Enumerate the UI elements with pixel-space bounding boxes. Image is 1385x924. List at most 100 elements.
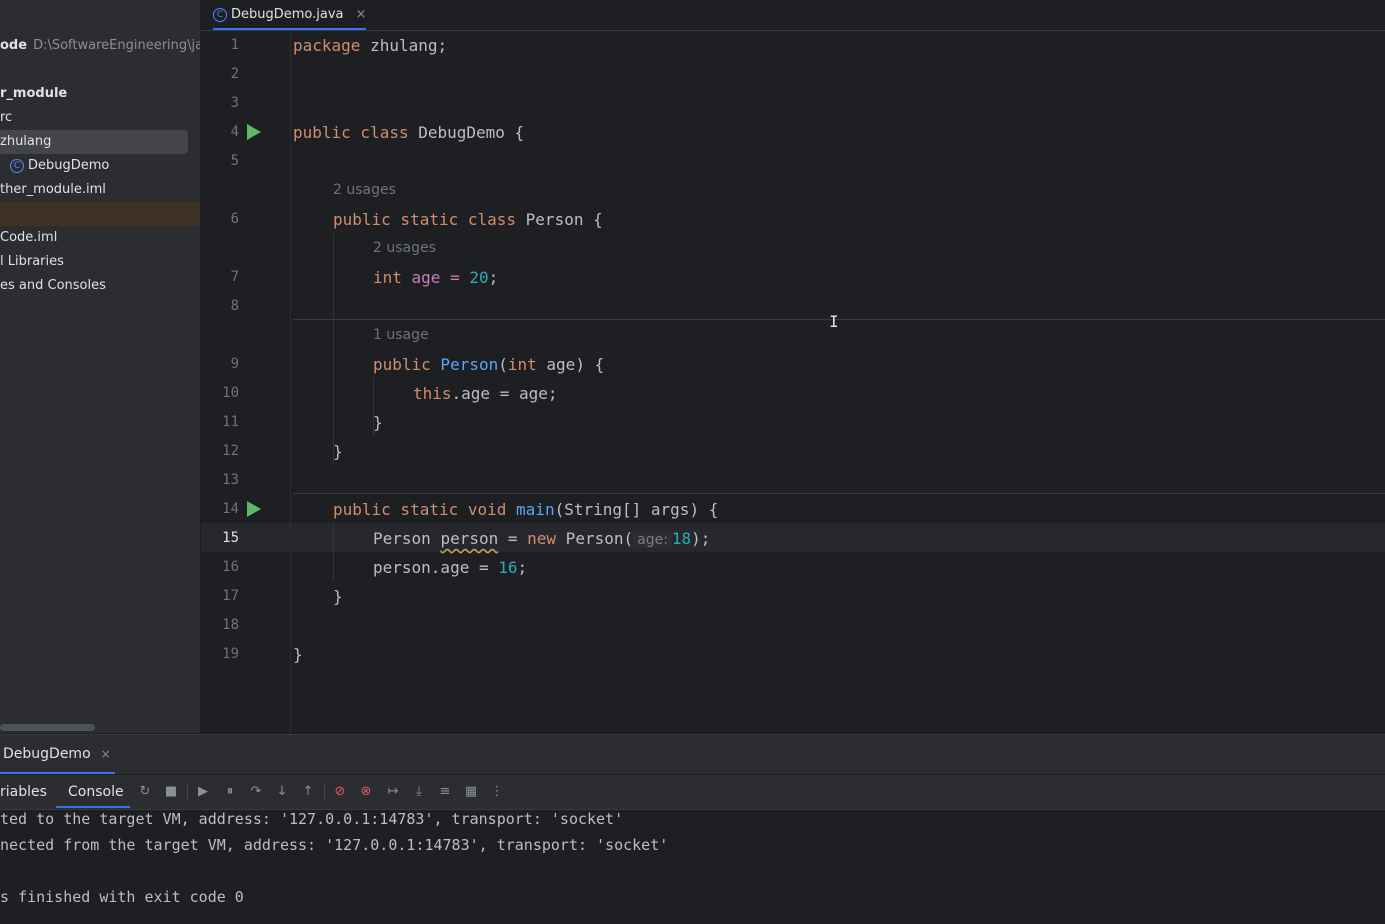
tab-active-indicator xyxy=(0,772,115,774)
parameter-hint: age: xyxy=(633,532,672,548)
code-line-6: public static class Person { xyxy=(333,210,603,229)
tree-item-label: l Libraries xyxy=(0,254,64,269)
debug-tab-label: DebugDemo xyxy=(3,746,91,762)
code-line-12: } xyxy=(333,442,343,461)
class-icon: C xyxy=(213,7,227,22)
method-separator xyxy=(293,319,1385,320)
tab-variables[interactable]: riables xyxy=(0,775,47,809)
console-output[interactable]: ted to the target VM, address: '127.0.0.… xyxy=(0,806,1385,924)
line-number: 3 xyxy=(230,95,239,111)
toolbar-separator xyxy=(324,783,325,801)
pause-icon[interactable]: ⏸ xyxy=(222,784,238,800)
step-over-icon[interactable]: ↷ xyxy=(248,784,264,800)
line-number-current: 15 xyxy=(222,530,239,546)
tree-item-root-label: ode xyxy=(0,38,28,53)
line-number: 18 xyxy=(222,617,239,633)
tree-item-src[interactable]: rc xyxy=(0,106,12,130)
tree-item-label: rc xyxy=(0,110,13,125)
more-options-icon[interactable]: ⋮ xyxy=(489,784,505,800)
code-line-4: public class DebugDemo { xyxy=(293,123,525,142)
line-number: 16 xyxy=(222,559,239,575)
run-icon[interactable] xyxy=(247,501,261,517)
tab-active-indicator xyxy=(213,28,367,30)
line-number: 12 xyxy=(222,443,239,459)
code-line-14: public static void main(String[] args) { xyxy=(333,500,719,519)
stop-icon[interactable]: ■ xyxy=(163,784,179,800)
usages-hint[interactable]: 2 usages xyxy=(333,176,396,205)
line-number: 5 xyxy=(230,153,239,169)
close-icon[interactable]: × xyxy=(101,747,111,761)
debug-toolbar: riables Console ↻ ■ ▶ ⏸ ↷ ↓ ↑ ⊘ ⊗ ↦ ⤓ ≡ … xyxy=(0,775,1385,810)
tree-item-label: zhulang xyxy=(0,134,52,149)
debug-tool-window: DebugDemo × riables Console ↻ ■ ▶ ⏸ ↷ ↓ ↑… xyxy=(0,734,1385,924)
line-number: 17 xyxy=(222,588,239,604)
close-icon[interactable]: × xyxy=(356,7,367,22)
line-number: 2 xyxy=(230,66,239,82)
code-line-17: } xyxy=(333,587,343,606)
tree-item-label: r_module xyxy=(0,86,68,101)
frames-icon[interactable]: ≡ xyxy=(437,784,453,800)
indent-guide xyxy=(333,523,334,581)
editor-tab-label: DebugDemo.java xyxy=(231,7,344,22)
tree-item-scratches[interactable]: es and Consoles xyxy=(0,274,106,298)
tab-console[interactable]: Console xyxy=(68,775,124,809)
console-line: nected from the target VM, address: '127… xyxy=(0,836,669,854)
step-into-icon[interactable]: ↓ xyxy=(274,784,290,800)
code-line-19: } xyxy=(293,645,303,664)
tree-item-iml[interactable]: ther_module.iml xyxy=(0,178,106,202)
tree-item-package-zhulang[interactable]: zhulang xyxy=(0,130,51,154)
run-to-cursor-icon[interactable]: ↦ xyxy=(385,784,401,800)
code-line-9: public Person(int age) { xyxy=(373,355,605,374)
code-line-7: int age = 20; xyxy=(373,268,499,287)
indent-guide xyxy=(333,233,334,465)
editor-tab-debugdemo[interactable]: C DebugDemo.java × xyxy=(213,0,367,30)
method-separator xyxy=(293,493,1385,494)
tree-highlight-row xyxy=(0,202,200,226)
tree-item-label: Code.iml xyxy=(0,230,58,245)
gutter-border xyxy=(290,31,291,733)
line-number: 19 xyxy=(222,646,239,662)
project-tool-window: odeD:\SoftwareEngineering\java r_module … xyxy=(0,0,200,733)
step-out-icon[interactable]: ↑ xyxy=(300,784,316,800)
force-step-icon[interactable]: ⤓ xyxy=(411,784,427,800)
console-line: s finished with exit code 0 xyxy=(0,888,244,906)
editor-tab-bar: C DebugDemo.java × xyxy=(201,0,1385,31)
line-number: 9 xyxy=(230,356,239,372)
rerun-icon[interactable]: ↻ xyxy=(137,784,153,800)
code-line-15: Person person = new Person(age: 18); xyxy=(373,529,711,548)
line-number: 6 xyxy=(230,211,239,227)
tree-item-code-iml[interactable]: Code.iml xyxy=(0,226,57,250)
tree-item-debugdemo[interactable]: C DebugDemo xyxy=(10,154,109,178)
text-cursor-icon: Ι xyxy=(829,312,839,331)
usages-hint[interactable]: 2 usages xyxy=(373,234,436,263)
toolbar-separator xyxy=(187,783,188,801)
tree-item-root[interactable]: ode D:\SoftwareEngineering\java xyxy=(0,34,200,58)
line-number: 14 xyxy=(222,501,239,517)
code-line-16: person.age = 16; xyxy=(373,558,528,577)
line-number: 13 xyxy=(222,472,239,488)
code-line-1: package zhulang; xyxy=(293,36,448,55)
class-icon: C xyxy=(10,158,24,173)
debug-session-tab[interactable]: DebugDemo × xyxy=(3,735,111,774)
code-line-10: this.age = age; xyxy=(413,384,558,403)
debug-tab-bar: DebugDemo × xyxy=(0,735,1385,774)
tree-item-label: ther_module.iml xyxy=(0,182,106,197)
console-line: ted to the target VM, address: '127.0.0.… xyxy=(0,810,624,828)
line-number: 11 xyxy=(222,414,239,430)
tree-item-root-path: D:\SoftwareEngineering\java xyxy=(33,38,200,53)
line-number: 4 xyxy=(230,124,239,140)
line-number: 7 xyxy=(230,269,239,285)
line-number: 8 xyxy=(230,298,239,314)
horizontal-scrollbar[interactable] xyxy=(0,724,95,731)
code-editor[interactable]: 1 2 3 4 5 6 7 8 9 10 11 12 13 14 15 16 1… xyxy=(201,31,1385,733)
run-icon[interactable] xyxy=(247,124,261,140)
tree-item-module[interactable]: r_module xyxy=(0,82,67,106)
usages-hint[interactable]: 1 usage xyxy=(373,321,429,350)
resume-icon[interactable]: ▶ xyxy=(195,784,211,800)
evaluate-icon[interactable]: ▦ xyxy=(463,784,479,800)
mute-breakpoints-icon[interactable]: ⊗ xyxy=(358,784,374,800)
view-breakpoints-icon[interactable]: ⊘ xyxy=(332,784,348,800)
line-number: 10 xyxy=(222,385,239,401)
tree-item-label: es and Consoles xyxy=(0,278,106,293)
tree-item-external-libraries[interactable]: l Libraries xyxy=(0,250,64,274)
